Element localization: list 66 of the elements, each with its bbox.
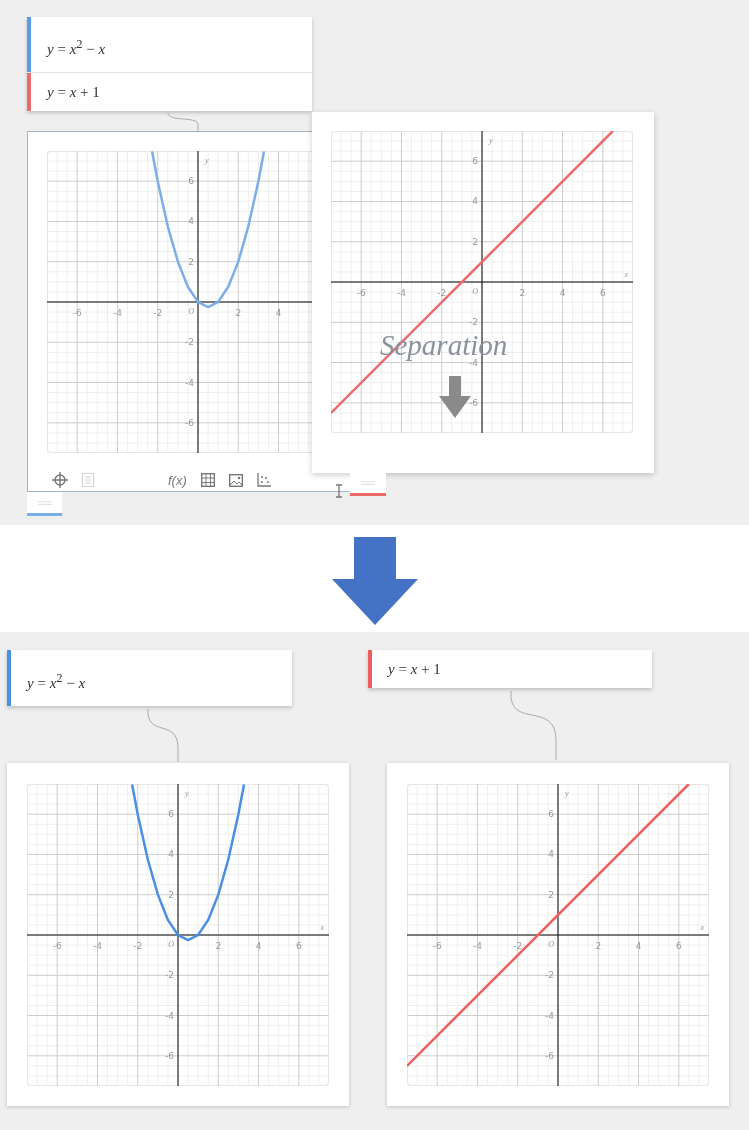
- function-button[interactable]: f(x): [168, 470, 187, 490]
- tick-label: -4: [185, 377, 194, 388]
- tick-label: 6: [472, 156, 478, 167]
- tick-label: -6: [52, 941, 62, 951]
- tick-label: 4: [168, 849, 174, 860]
- tick-label: 2: [548, 889, 554, 900]
- formula: y = x + 1: [47, 83, 100, 101]
- tick-label: 6: [548, 809, 554, 820]
- origin-label: O: [188, 307, 194, 316]
- formula: y = x + 1: [388, 660, 441, 678]
- tick-label: -2: [469, 317, 478, 328]
- axis-label: y: [185, 789, 189, 798]
- tick-label: 4: [255, 941, 262, 951]
- tick-label: -2: [185, 337, 194, 348]
- tick-label: 4: [635, 941, 642, 951]
- tick-label: 6: [168, 809, 174, 820]
- tick-label: 2: [519, 288, 526, 298]
- tick-label: -4: [165, 1010, 174, 1021]
- tick-label: 2: [235, 308, 242, 318]
- tick-label: -2: [513, 941, 523, 951]
- tick-label: 2: [168, 889, 174, 900]
- tick-label: -4: [472, 941, 482, 951]
- tick-label: 6: [188, 176, 194, 187]
- axis-label: x: [700, 923, 704, 932]
- tick-label: 4: [548, 849, 554, 860]
- tick-label: 6: [295, 941, 302, 951]
- formula-row[interactable]: y = x + 1: [27, 73, 312, 111]
- tick-label: 6: [599, 288, 606, 298]
- tick-label: 4: [472, 196, 478, 207]
- tick-label: 2: [595, 941, 602, 951]
- axis-label: x: [624, 270, 628, 279]
- tick-label: 2: [215, 941, 222, 951]
- tick-label: 4: [188, 216, 194, 227]
- tick-label: -2: [165, 970, 174, 981]
- axis-label: y: [205, 156, 209, 165]
- tick-label: -6: [356, 288, 366, 298]
- tick-label: -6: [545, 1050, 554, 1061]
- tick-label: -4: [396, 288, 406, 298]
- formula-card[interactable]: y = x + 1: [368, 650, 652, 688]
- axis-label: y: [489, 136, 493, 145]
- formula-row[interactable]: y = x$^{2}$ − x: [27, 17, 312, 73]
- tick-label: -6: [185, 417, 194, 428]
- formula: y = x$^{2}$ − x: [47, 37, 106, 58]
- formula: y = x$^{2}$ − x: [27, 670, 86, 692]
- tick-label: 2: [472, 236, 478, 247]
- tick-label: -2: [133, 941, 143, 951]
- origin-label: O: [472, 287, 478, 296]
- tick-label: -6: [165, 1050, 174, 1061]
- tick-label: 2: [188, 256, 194, 267]
- tick-label: 4: [559, 288, 566, 298]
- axis-label: y: [565, 789, 569, 798]
- tick-label: -2: [437, 288, 447, 298]
- origin-label: O: [168, 940, 174, 949]
- tick-label: 4: [275, 308, 282, 318]
- tick-label: -4: [545, 1010, 554, 1021]
- tick-label: -4: [112, 308, 122, 318]
- origin-label: O: [548, 940, 554, 949]
- tick-label: -4: [92, 941, 102, 951]
- tick-label: 6: [675, 941, 682, 951]
- axis-label: x: [320, 923, 324, 932]
- tick-label: -2: [545, 970, 554, 981]
- tick-label: -6: [469, 397, 478, 408]
- tick-label: -6: [72, 308, 82, 318]
- tick-label: -2: [153, 308, 163, 318]
- tick-label: -6: [432, 941, 442, 951]
- formula-card[interactable]: y = x$^{2}$ − x: [7, 650, 292, 706]
